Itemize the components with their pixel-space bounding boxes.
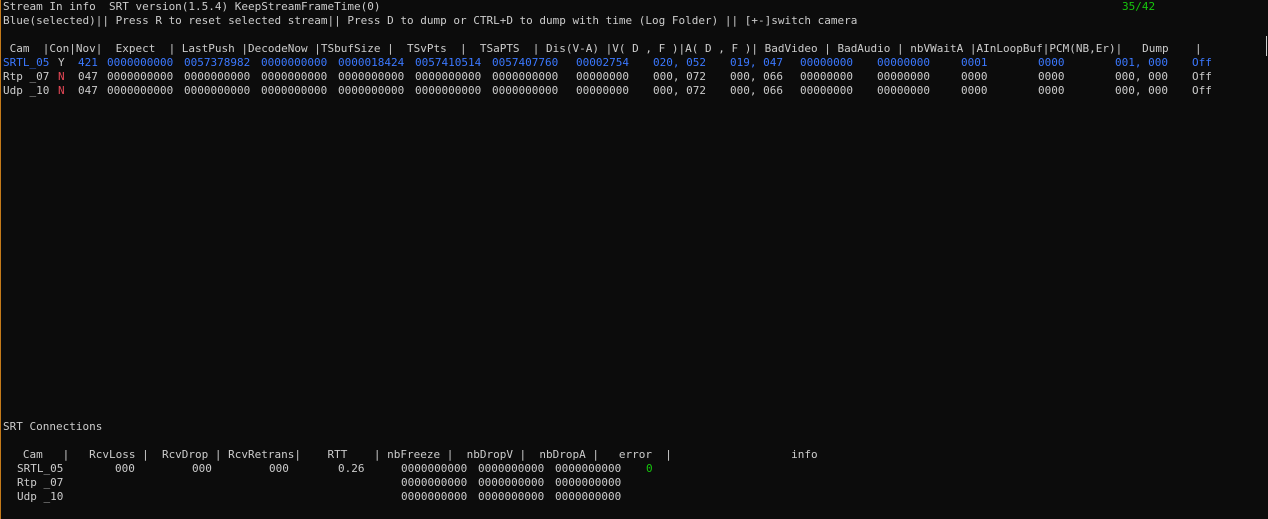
stream-table-header: Cam |Con|Nov| Expect | LastPush |DecodeN… [3,42,1202,55]
stream-cell-dis-va: 00000000 [576,84,629,97]
stream-cell-bad-video: 00000000 [800,70,853,83]
stream-cell-ain-loop-buf: 0000 [1038,56,1065,69]
stream-cell-ain-loop-buf: 0000 [1038,70,1065,83]
console-title-line: Stream In info SRT version(1.5.4) KeepSt… [3,0,381,13]
stream-cell-last-push: 0057378982 [184,56,251,69]
stream-cell-v-df: 000, 072 [653,70,706,83]
srt-cell-error: 0 [646,462,653,475]
srt-cell-nb-drop-a: 0000000000 [555,462,622,475]
srt-cell-rtt: 0.26 [338,462,365,475]
stream-cell-tsa-pts: 0000000000 [492,70,559,83]
srt-cell-rcv-retrans: 000 [269,462,289,475]
stream-cell-decode-now: 0000000000 [261,70,328,83]
stream-cell-expect: 0000000000 [107,84,174,97]
srt-cell-cam: SRTL_05 [17,462,64,475]
stream-cell-dump: Off [1192,70,1212,83]
stream-cell-v-df: 020, 052 [653,56,706,69]
stream-cell-v-df: 000, 072 [653,84,706,97]
stream-cell-decode-now: 0000000000 [261,84,328,97]
stream-cell-ain-loop-buf: 0000 [1038,84,1065,97]
stream-cell-nov: 047 [78,70,98,83]
stream-cell-nov: 047 [78,84,98,97]
stream-cell-bad-video: 00000000 [800,56,853,69]
stream-cell-cam[interactable]: SRTL_05 [3,56,49,70]
srt-cell-rcv-loss: 000 [115,462,135,475]
stream-cell-tsbuf-size: 0000018424 [338,56,405,69]
stream-cell-bad-audio: 00000000 [877,56,930,69]
stream-cell-tsv-pts: 0057410514 [415,56,482,69]
stream-cell-a-df: 000, 066 [730,70,783,83]
srt-cell-nb-freeze: 0000000000 [401,476,468,489]
help-line: Blue(selected)|| Press R to reset select… [3,14,858,27]
stream-cell-nb-vwait-a: 0000 [961,84,988,97]
stream-cell-nov: 421 [78,56,98,69]
stream-cell-expect: 0000000000 [107,56,174,69]
frame-counter: 35/42 [1122,0,1156,13]
stream-cell-a-df: 019, 047 [730,56,783,69]
stream-cell-nb-vwait-a: 0001 [961,56,988,69]
srt-cell-nb-drop-a: 0000000000 [555,490,622,503]
srt-cell-cam: Udp _10 [17,490,64,503]
srt-cell-nb-freeze: 0000000000 [401,462,468,475]
stream-cell-tsa-pts: 0057407760 [492,56,559,69]
stream-cell-dump: Off [1192,56,1212,69]
stream-cell-nb-vwait-a: 0000 [961,70,988,83]
stream-cell-con: N [58,70,65,83]
srt-cell-nb-drop-v: 0000000000 [478,476,545,489]
stream-cell-dis-va: 00000000 [576,70,629,83]
stream-cell-last-push: 0000000000 [184,84,251,97]
stream-cell-last-push: 0000000000 [184,70,251,83]
stream-cell-dump: Off [1192,84,1212,97]
stream-cell-cam[interactable]: Rtp _07 [3,70,49,84]
srt-table-header: Cam | RcvLoss | RcvDrop | RcvRetrans| RT… [3,448,818,461]
srt-cell-cam: Rtp _07 [17,476,64,489]
stream-cell-cam[interactable]: Udp _10 [3,84,49,98]
srt-cell-nb-drop-a: 0000000000 [555,476,622,489]
stream-cell-con: Y [58,56,65,69]
stream-cell-pcm: 001, 000 [1115,56,1168,69]
srt-cell-nb-freeze: 0000000000 [401,490,468,503]
stream-cell-bad-audio: 00000000 [877,84,930,97]
table-right-border [1266,36,1267,56]
stream-cell-pcm: 000, 000 [1115,70,1168,83]
srt-connections-title: SRT Connections [3,420,103,433]
stream-cell-pcm: 000, 000 [1115,84,1168,97]
stream-cell-tsbuf-size: 0000000000 [338,70,405,83]
stream-cell-bad-audio: 00000000 [877,70,930,83]
stream-cell-tsv-pts: 0000000000 [415,84,482,97]
stream-cell-dis-va: 00002754 [576,56,629,69]
stream-cell-expect: 0000000000 [107,70,174,83]
srt-cell-rcv-drop: 000 [192,462,212,475]
stream-cell-tsa-pts: 0000000000 [492,84,559,97]
srt-cell-nb-drop-v: 0000000000 [478,462,545,475]
console-left-border [0,0,1,519]
srt-cell-nb-drop-v: 0000000000 [478,490,545,503]
stream-cell-decode-now: 0000000000 [261,56,328,69]
stream-cell-tsbuf-size: 0000000000 [338,84,405,97]
stream-cell-con: N [58,84,65,97]
stream-cell-tsv-pts: 0000000000 [415,70,482,83]
stream-cell-bad-video: 00000000 [800,84,853,97]
stream-cell-a-df: 000, 066 [730,84,783,97]
